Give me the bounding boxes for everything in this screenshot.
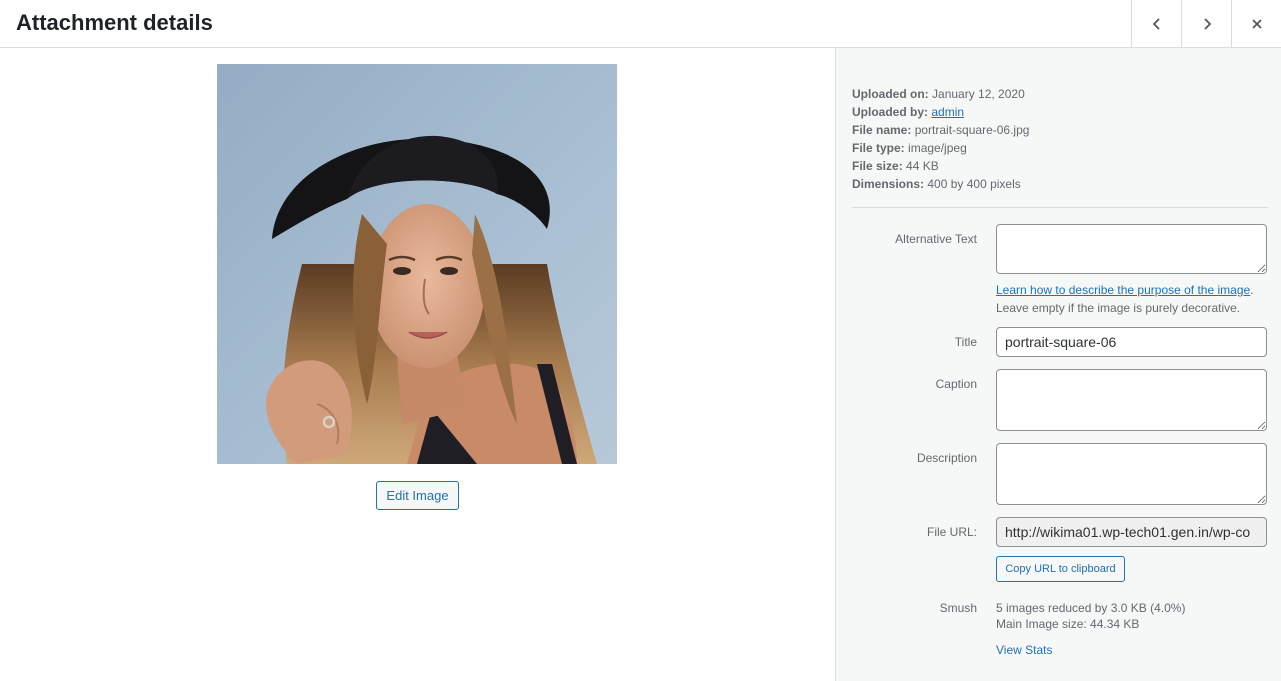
chevron-right-icon xyxy=(1203,17,1211,30)
section-divider xyxy=(852,207,1268,208)
alt-text-help-period: . xyxy=(1250,283,1254,297)
dimensions-row: Dimensions: 400 by 400 pixels xyxy=(852,175,1029,193)
smush-stats: 5 images reduced by 3.0 KB (4.0%) Main I… xyxy=(996,600,1185,632)
modal-header: Attachment details xyxy=(0,0,1281,48)
file-url-label: File URL: xyxy=(926,525,977,539)
previous-attachment-button[interactable] xyxy=(1131,0,1181,47)
alt-text-help-text: Leave empty if the image is purely decor… xyxy=(996,301,1241,315)
attachment-media-view: Edit Image xyxy=(0,48,835,681)
chevron-left-icon xyxy=(1152,17,1160,30)
close-icon xyxy=(1251,18,1262,29)
file-size-label: File size: xyxy=(852,159,903,173)
close-modal-button[interactable] xyxy=(1231,0,1281,47)
next-attachment-button[interactable] xyxy=(1181,0,1231,47)
smush-reduction-text: 5 images reduced by 3.0 KB (4.0%) xyxy=(996,601,1186,615)
attachment-details-modal: Attachment details Edit Image Uploaded o… xyxy=(0,0,1281,681)
file-type-row: File type: image/jpeg xyxy=(852,139,1029,157)
caption-field[interactable] xyxy=(996,369,1267,431)
description-label: Description xyxy=(916,451,977,465)
file-url-input[interactable] xyxy=(996,517,1267,547)
uploaded-on-value: January 12, 2020 xyxy=(932,87,1025,101)
file-details: Uploaded on: January 12, 2020 Uploaded b… xyxy=(852,85,1029,193)
attachment-info-sidebar: Uploaded on: January 12, 2020 Uploaded b… xyxy=(835,48,1281,681)
file-name-label: File name: xyxy=(852,123,912,137)
description-field[interactable] xyxy=(996,443,1267,505)
smush-label: Smush xyxy=(939,601,977,615)
file-size-row: File size: 44 KB xyxy=(852,157,1029,175)
file-type-label: File type: xyxy=(852,141,905,155)
file-size-value: 44 KB xyxy=(906,159,939,173)
attachment-image xyxy=(217,64,617,464)
dimensions-label: Dimensions: xyxy=(852,177,925,191)
view-stats-link[interactable]: View Stats xyxy=(996,643,1052,657)
uploaded-by-row: Uploaded by: admin xyxy=(852,103,1029,121)
copy-url-button[interactable]: Copy URL to clipboard xyxy=(996,556,1125,582)
portrait-photo xyxy=(217,64,617,464)
uploaded-by-link[interactable]: admin xyxy=(931,105,964,119)
uploaded-on-label: Uploaded on: xyxy=(852,87,929,101)
alt-text-field[interactable] xyxy=(996,224,1267,274)
file-type-value: image/jpeg xyxy=(908,141,967,155)
page-title: Attachment details xyxy=(16,10,213,35)
caption-label: Caption xyxy=(935,377,977,391)
alt-text-help: Learn how to describe the purpose of the… xyxy=(996,281,1254,317)
title-input[interactable] xyxy=(996,327,1267,357)
file-name-row: File name: portrait-square-06.jpg xyxy=(852,121,1029,139)
uploaded-by-label: Uploaded by: xyxy=(852,105,929,119)
file-name-value: portrait-square-06.jpg xyxy=(914,123,1030,137)
title-label: Title xyxy=(954,335,977,349)
alt-text-help-link[interactable]: Learn how to describe the purpose of the… xyxy=(996,283,1250,297)
alt-text-label: Alternative Text xyxy=(895,232,977,246)
dimensions-value: 400 by 400 pixels xyxy=(927,177,1021,191)
edit-image-button[interactable]: Edit Image xyxy=(376,481,459,510)
uploaded-on-row: Uploaded on: January 12, 2020 xyxy=(852,85,1029,103)
smush-main-size-text: Main Image size: 44.34 KB xyxy=(996,617,1140,631)
